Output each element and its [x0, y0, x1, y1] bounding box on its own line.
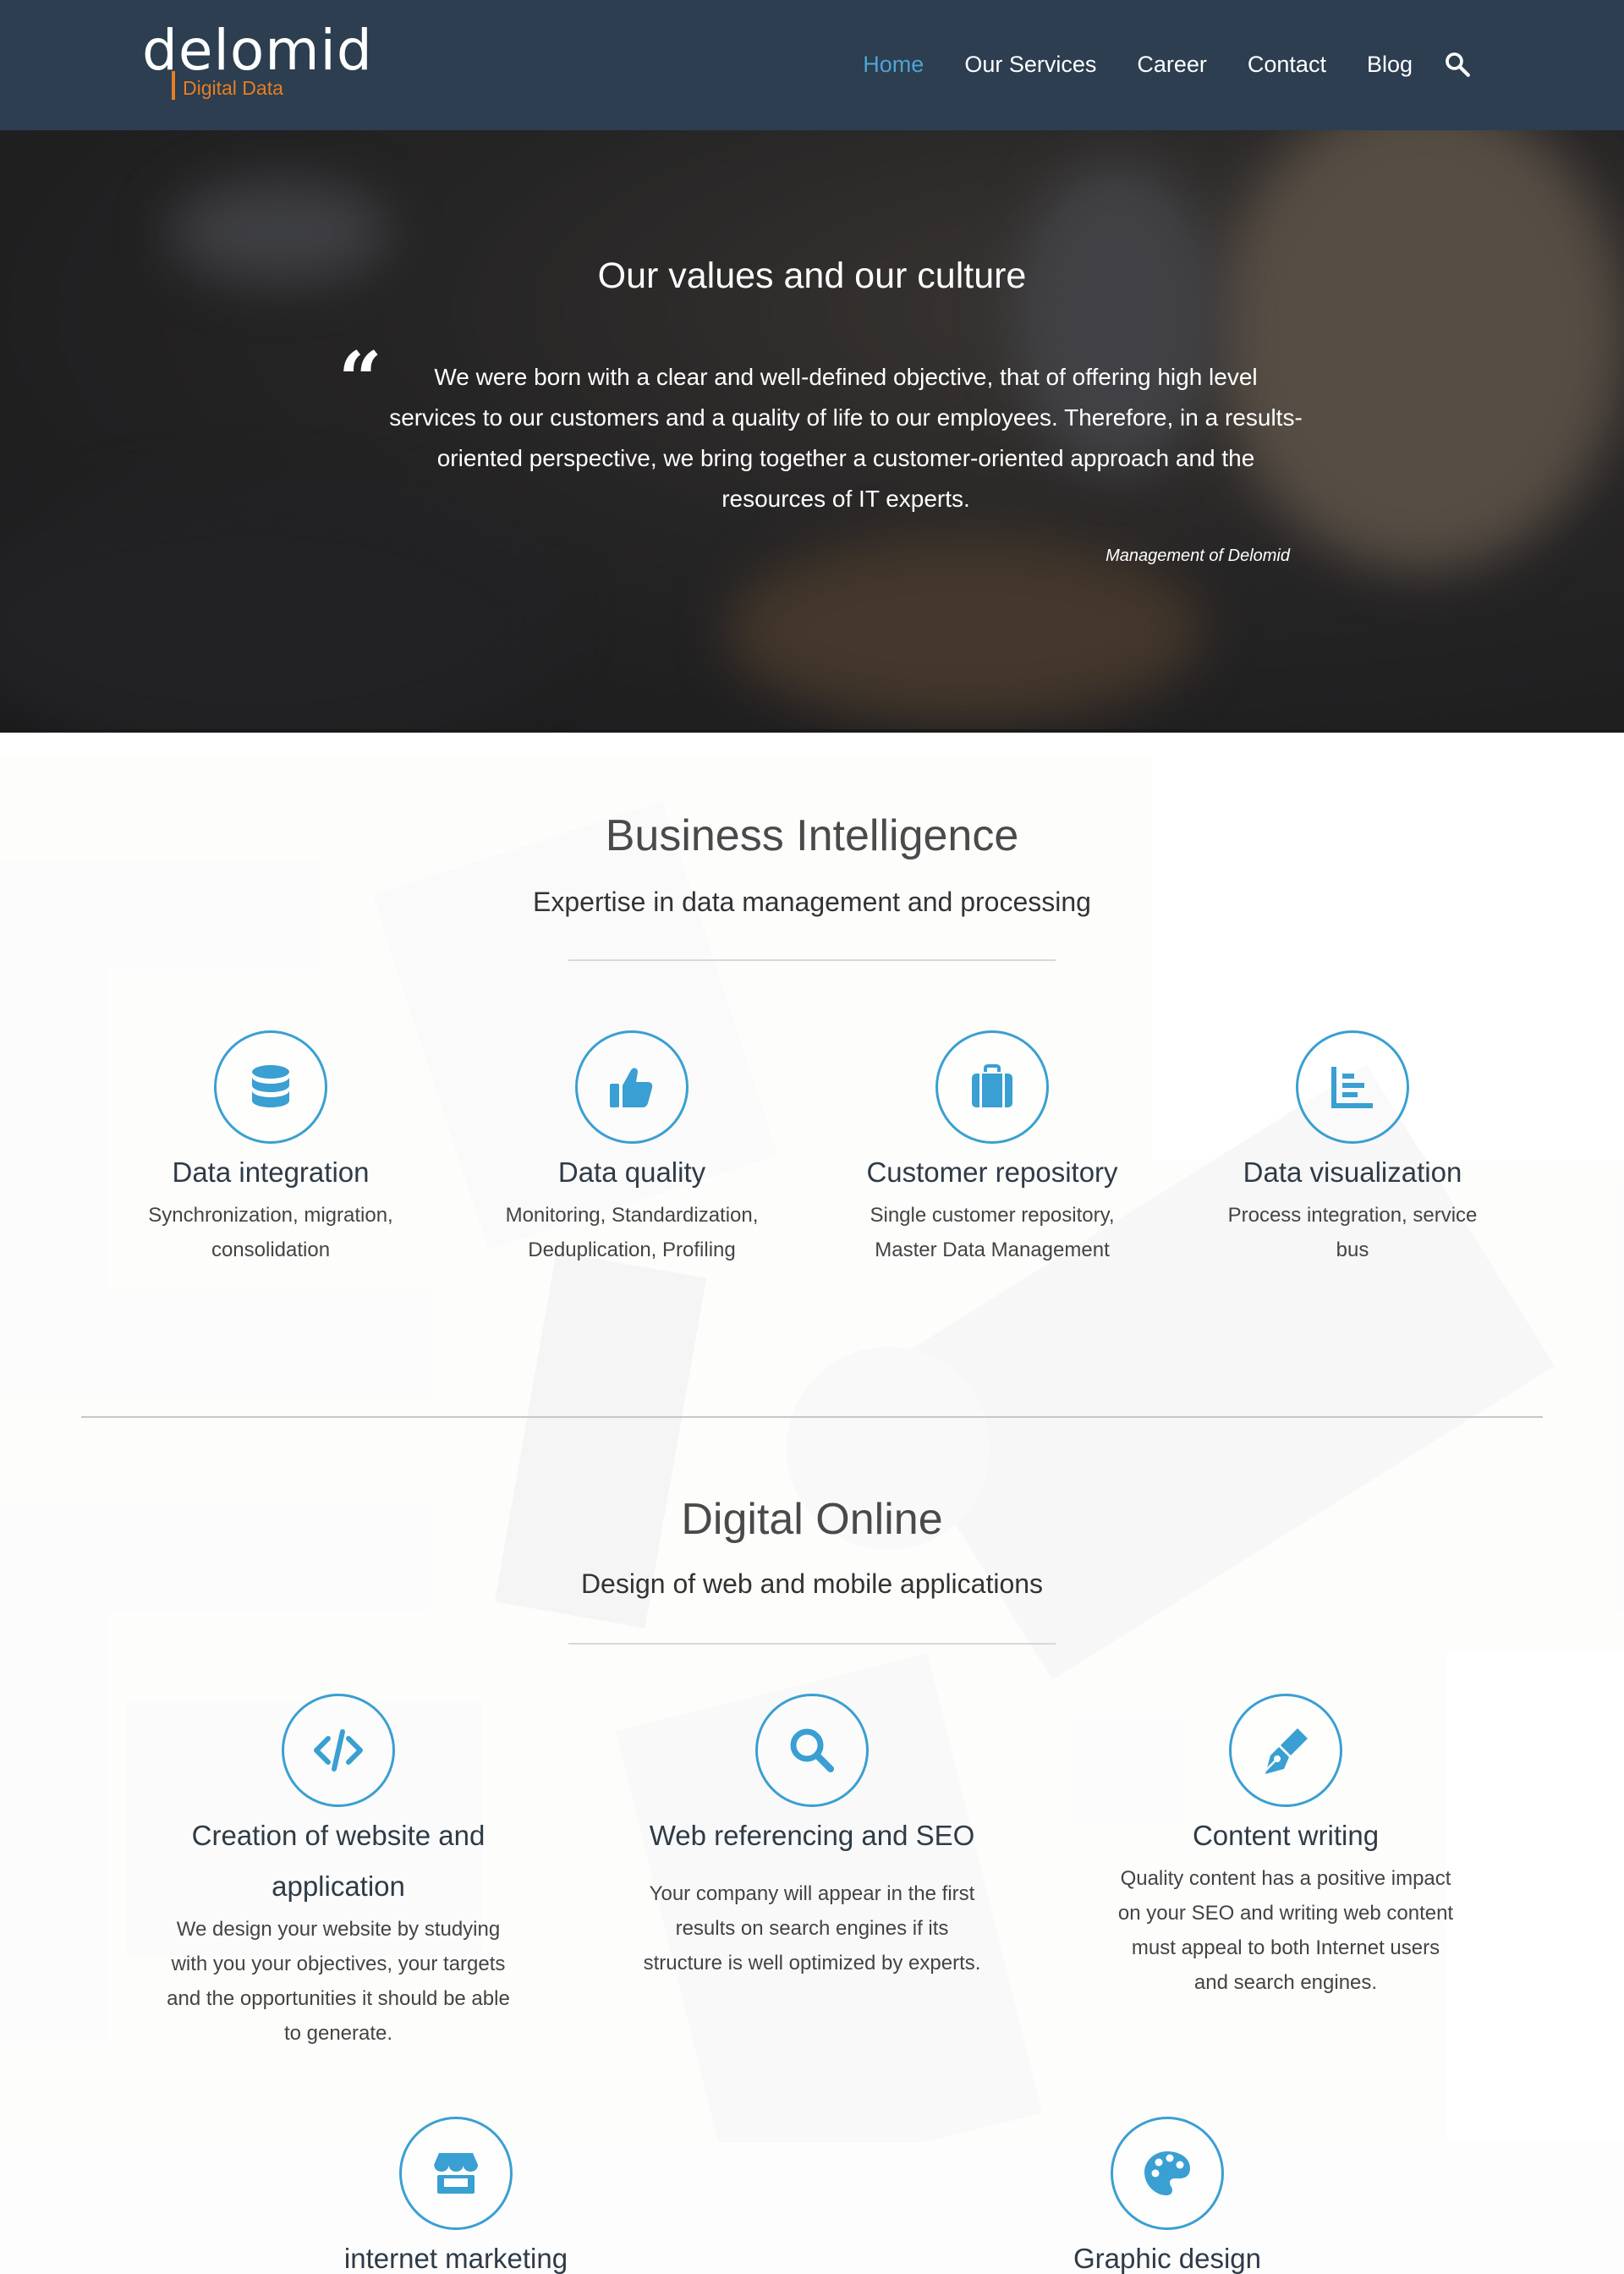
feature-description: Monitoring, Standardization, Deduplicati…: [505, 1204, 759, 1261]
feature-title: Data integration: [172, 1156, 370, 1188]
feature-icon-circle: [755, 1694, 869, 1807]
site-header: delomid Digital Data Home Our Services C…: [0, 0, 1624, 130]
section-divider: [81, 1416, 1543, 1418]
nav-item-blog[interactable]: Blog: [1367, 46, 1413, 83]
services-section: Business Intelligence Expertise in data …: [0, 755, 1624, 2274]
thumbs-up-icon: [610, 1068, 653, 1107]
digital-section-subtitle: Design of web and mobile applications: [580, 1568, 1044, 1599]
feature-description: Single customer repository, Master Data …: [870, 1204, 1115, 1261]
feature-description: Synchronization, migration, consolidatio…: [148, 1204, 393, 1261]
feature-website-creation: Creation of website and application We d…: [161, 1694, 516, 2051]
feature-description: Process integration, service bus: [1227, 1204, 1478, 1261]
feature-title: Content writing: [1192, 1820, 1380, 1851]
logo-tagline: Digital Data: [183, 77, 283, 99]
feature-graphic-design: Graphic design: [990, 2117, 1345, 2274]
feature-icon-circle: [575, 1030, 689, 1144]
feature-title: Creation of website and application: [191, 1820, 486, 1902]
logo-accent-bar: [172, 71, 175, 100]
pen-nib-icon: [1265, 1728, 1308, 1774]
feature-icon-circle: [282, 1694, 395, 1807]
store-icon: [434, 2153, 478, 2194]
logo-wordmark: delomid: [142, 18, 373, 83]
bi-section-title: Business Intelligence: [605, 811, 1019, 860]
bi-divider: [568, 959, 1056, 961]
feature-content-writing: Content writing Quality content has a po…: [1108, 1694, 1463, 2000]
feature-title: Graphic design: [1073, 2243, 1261, 2274]
feature-description: Your company will appear in the first re…: [643, 1882, 981, 1975]
feature-icon-circle: [935, 1030, 1049, 1144]
feature-icon-circle: [214, 1030, 327, 1144]
nav-item-our-services[interactable]: Our Services: [964, 46, 1096, 83]
search-icon[interactable]: [1443, 50, 1472, 79]
feature-title: Customer repository: [866, 1156, 1118, 1188]
feature-data-visualization: Data visualization Process integration, …: [1175, 1030, 1530, 1267]
hero-title: Our values and our culture: [597, 255, 1027, 296]
feature-icon-circle: [399, 2117, 513, 2230]
feature-data-integration: Data integration Synchronization, migrat…: [93, 1030, 448, 1267]
hero-banner: Our values and our culture “ We were bor…: [0, 130, 1624, 733]
quote-icon: “: [338, 335, 382, 425]
code-icon: [314, 1729, 363, 1771]
main-nav: Home Our Services Career Contact Blog: [822, 46, 1472, 83]
feature-web-referencing-seo: Web referencing and SEO Your company wil…: [634, 1694, 990, 1980]
feature-customer-repository: Customer repository Single customer repo…: [815, 1030, 1170, 1267]
logo[interactable]: delomid Digital Data: [142, 18, 373, 105]
database-icon: [252, 1065, 289, 1107]
feature-description: Quality content has a positive impact on…: [1117, 1867, 1454, 1994]
bar-chart-icon: [1331, 1067, 1373, 1108]
feature-description: We design your website by studying with …: [167, 1918, 510, 2045]
feature-title: Data quality: [557, 1156, 706, 1188]
palette-icon: [1144, 2151, 1190, 2195]
feature-data-quality: Data quality Monitoring, Standardization…: [454, 1030, 809, 1267]
digital-divider: [568, 1643, 1056, 1645]
feature-icon-circle: [1229, 1694, 1342, 1807]
briefcase-icon: [972, 1064, 1012, 1107]
search-icon: [790, 1728, 834, 1772]
hero-quote: We were born with a clear and well-defin…: [389, 364, 1303, 512]
feature-title: internet marketing: [343, 2243, 568, 2274]
feature-title: Web referencing and SEO: [649, 1820, 975, 1851]
nav-item-contact[interactable]: Contact: [1248, 46, 1326, 83]
hero-quote-author: Management of Delomid: [1106, 547, 1290, 565]
feature-title: Data visualization: [1243, 1156, 1462, 1188]
feature-icon-circle: [1296, 1030, 1409, 1144]
nav-item-home[interactable]: Home: [863, 46, 924, 83]
nav-item-career[interactable]: Career: [1137, 46, 1207, 83]
feature-internet-marketing: internet marketing: [278, 2117, 634, 2274]
hero-bottom-border: [0, 729, 1624, 733]
feature-icon-circle: [1111, 2117, 1224, 2230]
bi-section-subtitle: Expertise in data management and process…: [533, 887, 1091, 917]
digital-section-title: Digital Online: [681, 1495, 943, 1544]
